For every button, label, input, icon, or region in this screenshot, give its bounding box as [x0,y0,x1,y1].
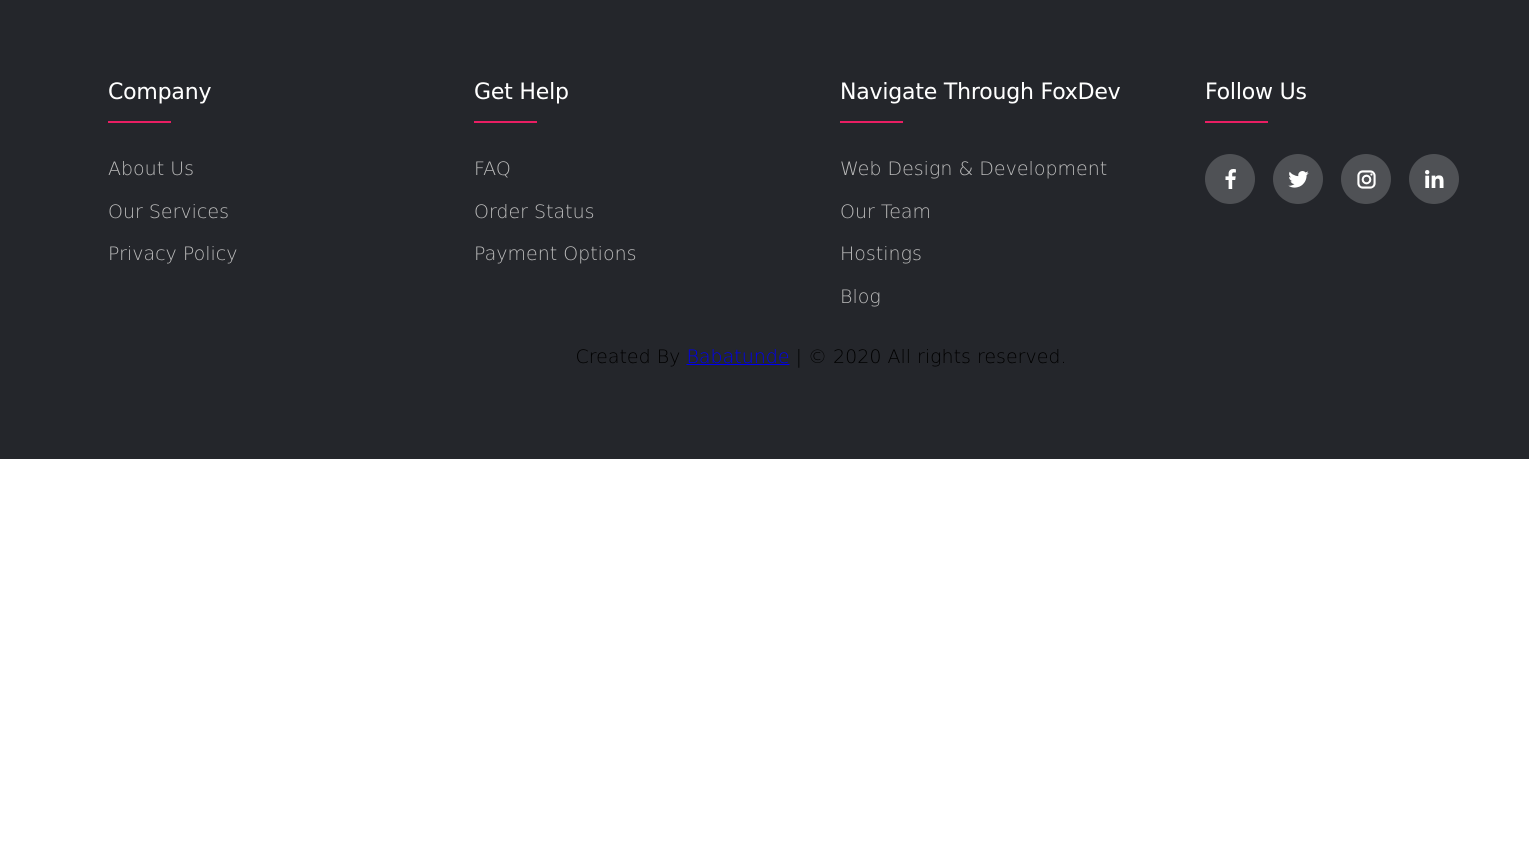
list-item: Privacy Policy [108,241,237,284]
instagram-icon [1356,169,1376,189]
faq-link[interactable]: FAQ [474,158,511,180]
twitter-button[interactable] [1273,154,1323,204]
facebook-icon [1225,169,1236,189]
list-item: About Us [108,156,237,199]
link-list: About Us Our Services Privacy Policy [108,156,237,284]
title-underline [108,121,171,123]
title-underline [474,121,537,123]
copyright-suffix: | © 2020 All rights reserved. [795,346,1067,368]
link-list: FAQ Order Status Payment Options [474,156,637,284]
web-design-link[interactable]: Web Design & Development [840,158,1107,180]
twitter-icon [1287,170,1309,188]
list-item: Our Services [108,199,237,242]
facebook-button[interactable] [1205,154,1255,204]
site-footer: Company About Us Our Services Privacy Po… [0,0,1529,459]
author-link[interactable]: Babatunde [686,346,789,368]
our-services-link[interactable]: Our Services [108,201,229,223]
footer-column-navigate: Navigate Through FoxDev Web Design & Dev… [840,78,1121,326]
copyright-prefix: Created By [575,346,681,368]
order-status-link[interactable]: Order Status [474,201,595,223]
column-title: Navigate Through FoxDev [840,80,1121,105]
privacy-policy-link[interactable]: Privacy Policy [108,243,237,265]
list-item: Our Team [840,199,1121,242]
linkedin-icon [1424,170,1444,188]
column-title: Get Help [474,80,569,105]
list-item: Payment Options [474,241,637,284]
footer-column-get-help: Get Help FAQ Order Status Payment Option… [474,78,637,284]
title-underline [1205,121,1268,123]
list-item: FAQ [474,156,637,199]
list-item: Blog [840,284,1121,327]
blog-link[interactable]: Blog [840,286,881,308]
link-list: Web Design & Development Our Team Hostin… [840,156,1121,326]
social-links [1205,154,1459,204]
copyright-text: Created By Babatunde | © 2020 All rights… [0,343,1529,371]
linkedin-button[interactable] [1409,154,1459,204]
footer-column-follow-us: Follow Us [1205,78,1459,204]
instagram-button[interactable] [1341,154,1391,204]
list-item: Order Status [474,199,637,242]
footer-column-company: Company About Us Our Services Privacy Po… [108,78,237,284]
column-title: Company [108,80,212,105]
title-underline [840,121,903,123]
list-item: Web Design & Development [840,156,1121,199]
about-us-link[interactable]: About Us [108,158,194,180]
our-team-link[interactable]: Our Team [840,201,931,223]
list-item: Hostings [840,241,1121,284]
hostings-link[interactable]: Hostings [840,243,922,265]
payment-options-link[interactable]: Payment Options [474,243,637,265]
column-title: Follow Us [1205,80,1307,105]
